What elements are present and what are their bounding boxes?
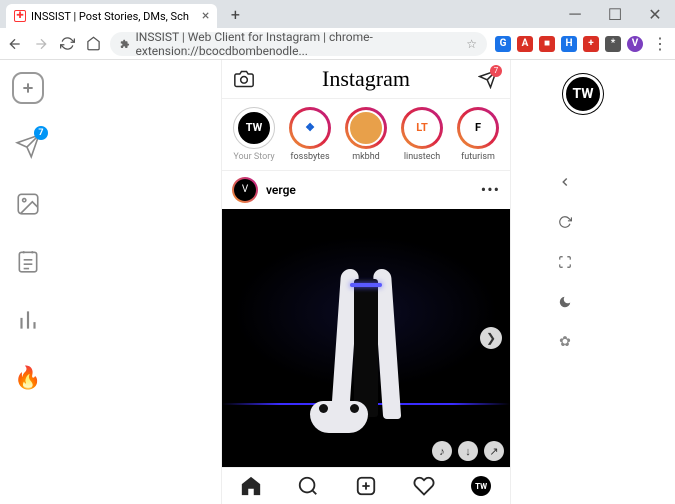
nav-forward-button[interactable] <box>32 35 50 53</box>
camera-icon[interactable] <box>234 69 254 89</box>
nav-search-icon[interactable] <box>297 475 319 497</box>
story-ring: LT <box>401 107 443 149</box>
post-more-button[interactable]: ••• <box>481 180 500 199</box>
window-close-button[interactable]: ✕ <box>635 0 675 28</box>
story-avatar: ❖ <box>292 110 328 146</box>
panel-darkmode-button[interactable] <box>557 294 573 310</box>
post-share-icon[interactable]: ↗ <box>484 441 504 461</box>
story-item[interactable]: mkbhd <box>340 107 392 162</box>
analytics-button[interactable] <box>12 304 44 336</box>
send-dm-button[interactable]: 7 <box>12 130 44 162</box>
nav-home-button[interactable] <box>84 35 102 53</box>
story-ring <box>345 107 387 149</box>
story-label: mkbhd <box>352 152 380 162</box>
add-post-button[interactable] <box>12 72 44 104</box>
account-badge[interactable]: TW <box>563 74 603 114</box>
app-left-rail: 7 🔥 <box>0 60 56 504</box>
post-overlay-actions: ♪ ↓ ↗ <box>432 441 504 461</box>
new-tab-button[interactable]: + <box>223 2 247 26</box>
dm-badge: 7 <box>34 126 48 140</box>
tab-close-icon[interactable]: × <box>202 8 209 24</box>
nav-reload-button[interactable] <box>58 35 76 53</box>
extension-icon[interactable]: + <box>583 36 599 52</box>
tab-favicon-icon: ✚ <box>14 10 26 22</box>
story-label: fossbytes <box>290 152 329 162</box>
post-author-username[interactable]: verge <box>266 183 296 197</box>
post-audio-icon[interactable]: ♪ <box>432 441 452 461</box>
story-avatar <box>348 110 384 146</box>
right-toolbar: ✿ <box>557 174 573 350</box>
story-label: Your Story <box>233 152 274 162</box>
instagram-logo: Instagram <box>322 66 410 92</box>
extension-icon[interactable]: A <box>517 36 533 52</box>
trending-button[interactable]: 🔥 <box>12 362 44 394</box>
dm-count-badge: 7 <box>490 65 502 77</box>
nav-back-button[interactable] <box>6 35 24 53</box>
dm-button[interactable]: 7 <box>478 69 498 89</box>
story-ring: F <box>457 107 499 149</box>
panel-zen-button[interactable]: ✿ <box>557 334 573 350</box>
nav-activity-icon[interactable] <box>413 475 435 497</box>
post-download-icon[interactable]: ↓ <box>458 441 478 461</box>
carousel-next-button[interactable]: ❯ <box>480 327 502 349</box>
right-panel: TW ✿ <box>511 60 621 504</box>
instagram-view: Instagram 7 TW Your Story ❖ fossbytes mkbhd L… <box>221 60 511 504</box>
mouse-cursor-icon: ↖ <box>503 387 510 401</box>
window-maximize-button[interactable]: ☐ <box>595 0 635 28</box>
nav-create-icon[interactable] <box>355 475 377 497</box>
address-bar[interactable]: INSSIST | Web Client for Instagram | chr… <box>110 32 487 56</box>
post-image-content <box>222 209 510 467</box>
story-ring: ❖ <box>289 107 331 149</box>
extension-icon[interactable]: H <box>561 36 577 52</box>
ig-bottom-nav: TW <box>222 467 510 504</box>
extension-icons-row: GA ■ H + * V <box>495 36 643 52</box>
browser-toolbar: INSSIST | Web Client for Instagram | chr… <box>0 28 675 60</box>
post-author-avatar[interactable]: V <box>232 177 258 203</box>
story-label: futurism <box>461 152 495 162</box>
panel-fullscreen-button[interactable] <box>557 254 573 270</box>
schedule-button[interactable] <box>12 246 44 278</box>
window-titlebar: ✚ INSSIST | Post Stories, DMs, Sch × + ─… <box>0 0 675 28</box>
post-image[interactable]: ❯ ↖ ♪ ↓ ↗ <box>222 209 510 467</box>
post-header: V verge ••• <box>222 171 510 210</box>
story-avatar: F <box>460 110 496 146</box>
extension-icon[interactable]: ■ <box>539 36 555 52</box>
window-minimize-button[interactable]: ─ <box>555 0 595 28</box>
media-button[interactable] <box>12 188 44 220</box>
ig-header: Instagram 7 <box>222 60 510 99</box>
story-ring: TW <box>233 107 275 149</box>
story-avatar: TW <box>236 110 272 146</box>
browser-menu-button[interactable]: ⋮ <box>651 35 669 53</box>
nav-home-icon[interactable] <box>240 475 262 497</box>
panel-back-button[interactable] <box>557 174 573 190</box>
extension-icon <box>120 38 130 50</box>
panel-refresh-button[interactable] <box>557 214 573 230</box>
story-avatar: LT <box>404 110 440 146</box>
story-item[interactable]: ❖ fossbytes <box>284 107 336 162</box>
story-item[interactable]: TW Your Story <box>228 107 280 162</box>
extension-icon[interactable]: * <box>605 36 621 52</box>
extension-icon[interactable]: G <box>495 36 511 52</box>
story-item[interactable]: Ffuturism <box>452 107 504 162</box>
story-item[interactable]: LT linustech <box>396 107 448 162</box>
url-text: INSSIST | Web Client for Instagram | chr… <box>136 30 461 58</box>
tab-title: INSSIST | Post Stories, DMs, Sch <box>31 10 189 23</box>
bookmark-star-icon[interactable]: ☆ <box>466 37 477 51</box>
stories-row: TW Your Story ❖ fossbytes mkbhd LT linustech Ff… <box>222 99 510 171</box>
browser-tab[interactable]: ✚ INSSIST | Post Stories, DMs, Sch × <box>6 4 217 28</box>
extension-icon[interactable]: V <box>627 36 643 52</box>
nav-profile-icon[interactable]: TW <box>470 475 492 497</box>
story-label: linustech <box>404 152 440 162</box>
